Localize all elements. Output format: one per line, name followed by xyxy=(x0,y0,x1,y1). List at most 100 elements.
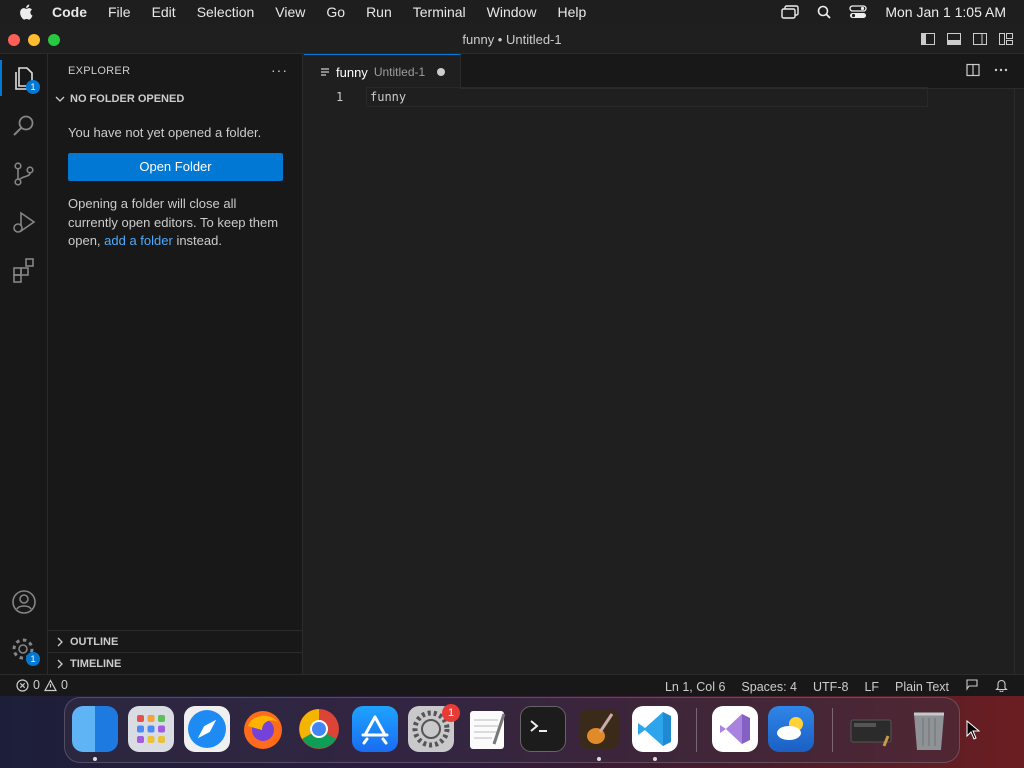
editor-area[interactable]: 1 funny xyxy=(304,87,1024,674)
sidebar-title: EXPLORER xyxy=(68,65,131,77)
unsaved-dot-icon[interactable] xyxy=(437,68,446,76)
chevron-right-icon xyxy=(57,637,63,646)
menu-bar: Code File Edit Selection View Go Run Ter… xyxy=(0,0,1024,24)
chevron-down-icon xyxy=(55,96,65,102)
dock: 1 xyxy=(64,697,960,763)
error-count: 0 xyxy=(33,678,40,692)
warning-count: 0 xyxy=(60,678,68,692)
menu-app-name[interactable]: Code xyxy=(52,4,87,20)
status-bar: 0 0 Ln 1, Col 6 Spaces: 4 UTF-8 LF Plain… xyxy=(0,674,1024,696)
screenshot-stack-icon[interactable] xyxy=(848,706,894,752)
accounts-activity[interactable] xyxy=(10,588,38,616)
extensions-activity[interactable] xyxy=(10,256,38,284)
extensions-icon xyxy=(13,258,34,283)
control-center-icon[interactable] xyxy=(849,5,868,19)
run-debug-activity[interactable] xyxy=(10,208,38,236)
mouse-cursor-icon xyxy=(966,720,980,740)
outline-section-header[interactable]: OUTLINE xyxy=(48,630,303,652)
notifications-bell-icon[interactable] xyxy=(995,678,1008,695)
timeline-title: TIMELINE xyxy=(70,657,122,670)
visual-studio-icon[interactable] xyxy=(712,706,758,752)
menu-edit[interactable]: Edit xyxy=(152,4,176,20)
textedit-icon[interactable] xyxy=(464,706,510,752)
tab-name: funny xyxy=(336,64,368,80)
menu-view[interactable]: View xyxy=(275,4,305,20)
open-folder-button[interactable]: Open Folder xyxy=(68,153,283,181)
more-actions-icon[interactable] xyxy=(994,63,1008,77)
window-title: funny • Untitled-1 xyxy=(462,32,562,47)
finder-icon[interactable] xyxy=(72,706,118,752)
menu-window[interactable]: Window xyxy=(487,4,537,20)
line-number: 1 xyxy=(336,90,344,104)
menu-selection[interactable]: Selection xyxy=(197,4,255,20)
account-icon xyxy=(12,590,36,614)
spotlight-search-icon[interactable] xyxy=(817,5,831,19)
menu-file[interactable]: File xyxy=(108,4,131,20)
section-title: NO FOLDER OPENED xyxy=(70,93,185,105)
editor-scrollbar[interactable] xyxy=(1014,89,1024,674)
timeline-section-header[interactable]: TIMELINE xyxy=(48,652,303,674)
vscode-dock-icon[interactable] xyxy=(632,706,678,752)
problems-indicator[interactable]: 0 0 xyxy=(16,678,68,692)
firefox-icon[interactable] xyxy=(240,706,286,752)
trash-icon[interactable] xyxy=(906,706,952,752)
toggle-secondary-sidebar-icon[interactable] xyxy=(972,31,988,47)
garageband-icon[interactable] xyxy=(576,706,622,752)
explorer-sidebar: EXPLORER ··· NO FOLDER OPENED You have n… xyxy=(48,54,303,674)
menu-run[interactable]: Run xyxy=(366,4,392,20)
current-line-highlight xyxy=(366,87,928,107)
menu-terminal[interactable]: Terminal xyxy=(413,4,466,20)
end-of-line[interactable]: LF xyxy=(864,680,879,694)
dock-separator xyxy=(832,708,833,752)
chrome-icon[interactable] xyxy=(296,706,342,752)
sidebar-more-actions[interactable]: ··· xyxy=(271,62,288,78)
tab-description: Untitled-1 xyxy=(373,65,426,79)
editor-tab[interactable]: funny Untitled-1 xyxy=(304,54,461,89)
apple-icon[interactable] xyxy=(18,3,36,21)
explorer-badge: 1 xyxy=(26,80,40,94)
hint-text-2: instead. xyxy=(172,233,222,248)
manage-activity[interactable]: 1 xyxy=(10,636,40,666)
chevron-right-icon xyxy=(57,659,63,668)
menu-go[interactable]: Go xyxy=(326,4,345,20)
language-mode[interactable]: Plain Text xyxy=(895,680,949,694)
source-control-activity[interactable] xyxy=(10,160,38,188)
no-folder-section-header[interactable]: NO FOLDER OPENED xyxy=(54,93,184,105)
indentation[interactable]: Spaces: 4 xyxy=(741,680,797,694)
error-icon xyxy=(16,678,29,692)
encoding[interactable]: UTF-8 xyxy=(813,680,848,694)
screen-mirroring-icon[interactable] xyxy=(781,5,800,19)
feedback-icon[interactable] xyxy=(965,678,979,695)
add-folder-link[interactable]: add a folder xyxy=(104,233,173,248)
active-indicator xyxy=(0,60,2,96)
folder-hint: Opening a folder will close all currentl… xyxy=(68,195,288,251)
toggle-primary-sidebar-icon[interactable] xyxy=(920,31,936,47)
no-folder-message: You have not yet opened a folder. xyxy=(68,125,262,140)
toggle-panel-icon[interactable] xyxy=(946,31,962,47)
terminal-icon[interactable] xyxy=(520,706,566,752)
line-content[interactable]: funny xyxy=(370,90,406,104)
weather-icon[interactable] xyxy=(768,706,814,752)
manage-badge: 1 xyxy=(26,652,40,666)
title-bar: funny • Untitled-1 xyxy=(0,24,1024,54)
menu-help[interactable]: Help xyxy=(557,4,586,20)
search-icon xyxy=(13,115,34,136)
file-lines-icon xyxy=(321,68,329,76)
vscode-window: funny • Untitled-1 1 1 EXPLORER ··· NO F… xyxy=(0,24,1024,696)
source-control-icon xyxy=(14,162,34,186)
run-debug-icon xyxy=(13,211,36,233)
dock-separator xyxy=(696,708,697,752)
app-store-icon[interactable] xyxy=(352,706,398,752)
customize-layout-icon[interactable] xyxy=(998,31,1014,47)
outline-title: OUTLINE xyxy=(70,635,119,648)
warning-icon xyxy=(43,678,57,691)
search-activity[interactable] xyxy=(10,112,38,140)
safari-icon[interactable] xyxy=(184,706,230,752)
split-editor-icon[interactable] xyxy=(966,63,980,77)
menubar-clock[interactable]: Mon Jan 1 1:05 AM xyxy=(885,4,1006,20)
cursor-position[interactable]: Ln 1, Col 6 xyxy=(665,680,725,694)
explorer-activity[interactable]: 1 xyxy=(10,64,40,94)
launchpad-icon[interactable] xyxy=(128,706,174,752)
settings-notification-badge: 1 xyxy=(442,704,460,722)
editor-tab-bar: funny Untitled-1 xyxy=(304,54,1024,89)
